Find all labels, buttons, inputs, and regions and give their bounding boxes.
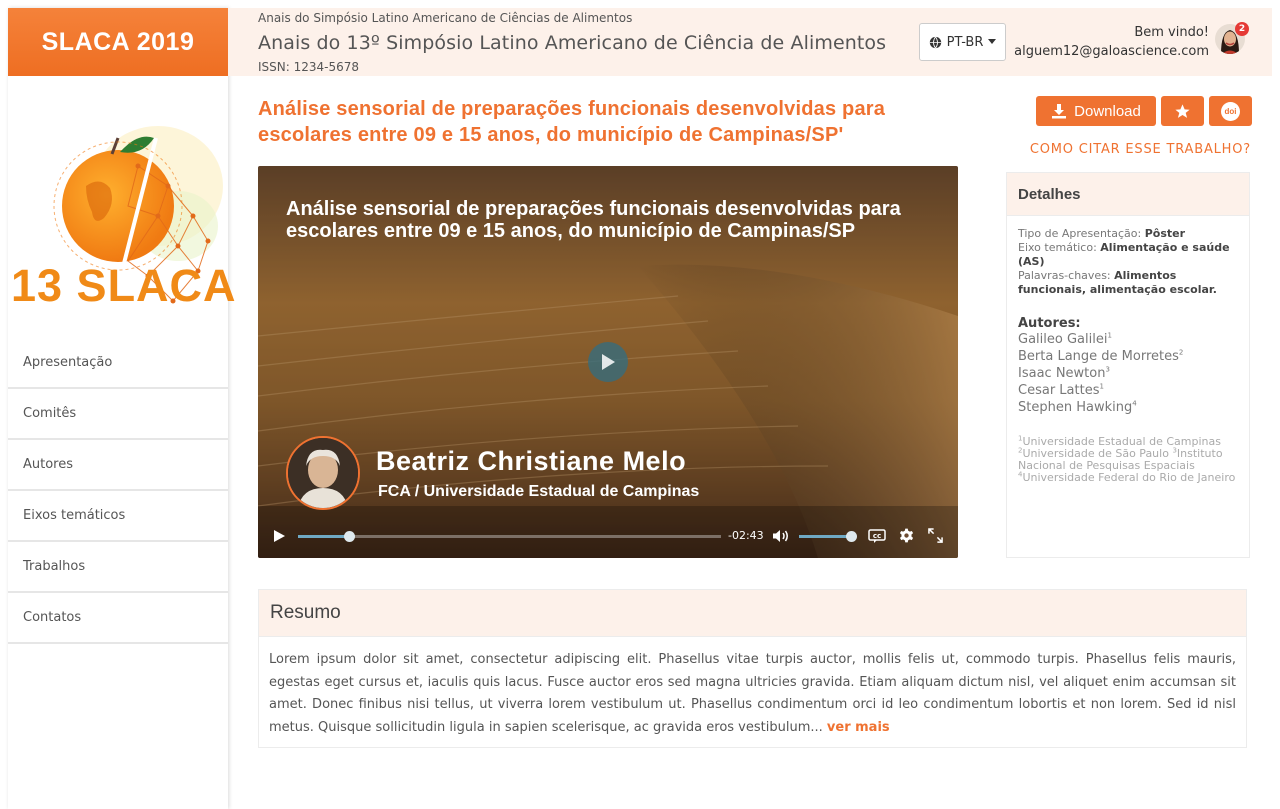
affiliation-name: Universidade Federal do Rio de Janeiro [1022,471,1236,484]
author-affiliation-number: 3 [1105,365,1110,374]
header-issn: ISSN: 1234-5678 [258,60,360,74]
favorite-button[interactable] [1161,96,1204,126]
fullscreen-icon[interactable] [928,528,943,543]
author-item[interactable]: Isaac Newton3 [1018,365,1239,382]
abstract-panel: Resumo Lorem ipsum dolor sit amet, conse… [258,589,1247,748]
details-body: Tipo de Apresentação: Pôster Eixo temáti… [1007,216,1249,484]
video-player[interactable]: Análise sensorial de preparações funcion… [258,166,958,558]
captions-icon[interactable]: cc [868,529,886,543]
authors-list: Galileo Galilei1 Berta Lange de Morretes… [1018,331,1239,416]
globe-icon [929,36,941,48]
top-header: Anais do Simpósio Latino Americano de Ci… [228,8,1272,76]
author-name: Galileo Galilei [1018,332,1108,347]
star-icon [1175,103,1190,118]
language-label: PT-BR [946,34,984,50]
author-name: Isaac Newton [1018,366,1106,381]
caret-down-icon [988,39,997,44]
volume-icon[interactable] [772,529,790,543]
brand-title: SLACA 2019 [41,27,195,56]
doi-icon: doi [1221,101,1240,121]
doi-label: doi [1224,106,1237,116]
video-title: Análise sensorial de preparações funcion… [286,198,901,242]
sidebar-item-eixos-tematicos[interactable]: Eixos temáticos [8,491,228,542]
author-name: Stephen Hawking [1018,400,1133,415]
read-more-link[interactable]: ver mais [827,720,890,735]
abstract-heading: Resumo [259,590,1246,637]
presentation-type: Tipo de Apresentação: Pôster [1018,227,1239,241]
notification-badge[interactable]: 2 [1235,22,1249,36]
progress-handle[interactable] [343,531,355,542]
author-affiliation-number: 1 [1099,382,1104,391]
author-affiliation-number: 1 [1107,331,1112,340]
author-affiliation-number: 2 [1178,348,1184,357]
progress-fill [298,535,349,538]
authors-heading: Autores: [1018,316,1081,331]
header-subtitle: Anais do Simpósio Latino Americano de Ci… [258,11,633,25]
logo-text: 13 SLACA [11,260,237,311]
author-name: Cesar Lattes [1018,383,1100,398]
event-logo: 13 SLACA [8,76,236,338]
author-item[interactable]: Stephen Hawking4 [1018,399,1239,416]
sidebar-item-contatos[interactable]: Contatos [8,593,228,644]
author-name: Berta Lange de Morretes [1018,349,1179,364]
presenter-photo [286,436,360,510]
brand-banner[interactable]: SLACA 2019 [8,8,228,76]
details-heading: Detalhes [1007,173,1249,216]
user-email[interactable]: alguem12@galoascience.com [1014,44,1209,59]
sidebar-item-autores[interactable]: Autores [8,440,228,491]
sidebar-item-apresentacao[interactable]: Apresentação [8,338,228,389]
presenter-institution: FCA / Universidade Estadual de Campinas [378,483,700,500]
time-remaining: -02:43 [728,529,764,542]
presenter-portrait-icon [288,438,358,508]
play-icon [602,354,615,370]
cite-link[interactable]: COMO CITAR ESSE TRABALHO? [1030,142,1251,157]
author-affiliation-number: 4 [1132,399,1137,408]
abstract-body: Lorem ipsum dolor sit amet, consectetur … [259,637,1246,739]
welcome-text: Bem vindo! [1134,25,1209,40]
settings-gear-icon[interactable] [899,528,914,543]
svg-text:cc: cc [873,532,881,540]
thematic-axis-label: Eixo temático: [1018,241,1097,254]
download-label: Download [1074,102,1141,120]
download-icon [1052,104,1067,119]
keywords-label: Palavras-chaves: [1018,269,1111,282]
keywords: Palavras-chaves: Alimentos funcionais, a… [1018,269,1239,297]
play-small-icon[interactable] [273,529,286,543]
language-selector[interactable]: PT-BR [919,23,1006,61]
abstract-text: Lorem ipsum dolor sit amet, consectetur … [269,652,1236,735]
doi-button[interactable]: doi [1209,96,1252,126]
presentation-type-label: Tipo de Apresentação: [1018,227,1142,240]
volume-handle[interactable] [846,531,857,542]
download-button[interactable]: Download [1036,96,1156,126]
author-item[interactable]: Berta Lange de Morretes2 [1018,348,1239,365]
presentation-type-value: Pôster [1144,227,1186,240]
presenter-name: Beatriz Christiane Melo [376,446,687,476]
sidebar-item-trabalhos[interactable]: Trabalhos [8,542,228,593]
volume-slider[interactable] [799,535,851,538]
sidebar-nav: Apresentação Comitês Autores Eixos temát… [8,338,228,644]
sidebar-item-comites[interactable]: Comitês [8,389,228,440]
sidebar: SLACA 2019 13 SLACA Apresentação Comitês… [8,8,236,809]
author-item[interactable]: Cesar Lattes1 [1018,382,1239,399]
progress-bar[interactable] [298,531,721,542]
affiliations: 1Universidade Estadual de Campinas 2Univ… [1018,435,1239,484]
thematic-axis: Eixo temático: Alimentação e saúde (AS) [1018,241,1239,269]
author-item[interactable]: Galileo Galilei1 [1018,331,1239,348]
paper-title: Análise sensorial de preparações funcion… [258,98,886,146]
video-controls: -02:43 cc [258,524,958,558]
details-panel: Detalhes Tipo de Apresentação: Pôster Ei… [1006,172,1250,558]
play-button-large[interactable] [588,342,628,382]
header-title[interactable]: Anais do 13º Simpósio Latino Americano d… [258,32,886,54]
